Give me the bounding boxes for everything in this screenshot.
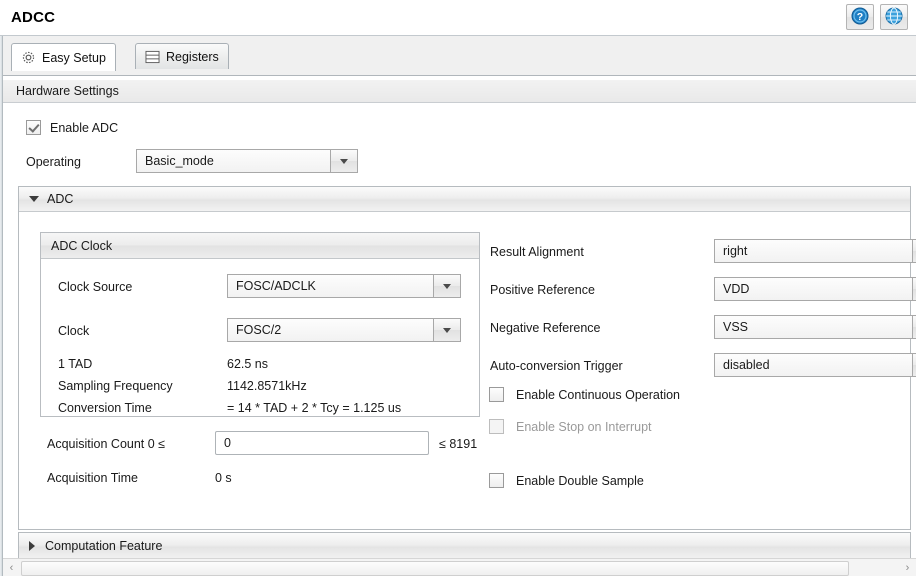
tab-registers-label: Registers bbox=[166, 49, 219, 64]
positive-reference-label: Positive Reference bbox=[490, 283, 595, 297]
operating-mode-combobox[interactable]: Basic_mode bbox=[136, 149, 358, 173]
chevron-down-icon[interactable] bbox=[912, 354, 916, 376]
auto-conversion-trigger-value: disabled bbox=[715, 354, 912, 376]
gear-icon bbox=[21, 50, 36, 65]
settings-content: Enable ADC Operating Basic_mode ADC ADC … bbox=[3, 104, 916, 559]
adc-panel-header[interactable]: ADC bbox=[19, 187, 910, 212]
enable-adc-label: Enable ADC bbox=[50, 120, 119, 135]
operating-mode-value: Basic_mode bbox=[137, 150, 330, 172]
svg-text:?: ? bbox=[857, 11, 863, 23]
acquisition-count-max: ≤ 8191 bbox=[439, 437, 478, 451]
clock-combobox[interactable]: FOSC/2 bbox=[227, 318, 461, 342]
enable-stop-on-interrupt-label: Enable Stop on Interrupt bbox=[516, 419, 652, 434]
enable-double-sample-row: Enable Double Sample bbox=[489, 473, 644, 488]
tab-strip: Easy Setup Registers bbox=[3, 36, 916, 76]
adc-panel-title: ADC bbox=[47, 192, 74, 206]
chevron-down-icon[interactable] bbox=[433, 275, 460, 297]
acquisition-count-value: 0 bbox=[224, 436, 231, 450]
horizontal-scrollbar[interactable]: ‹ › bbox=[3, 558, 916, 576]
chevron-down-icon bbox=[29, 196, 39, 202]
acquisition-count-label: Acquisition Count 0 ≤ bbox=[47, 437, 166, 451]
enable-continuous-operation-row: Enable Continuous Operation bbox=[489, 387, 680, 402]
computation-feature-title: Computation Feature bbox=[45, 539, 163, 553]
acquisition-time-label: Acquisition Time bbox=[47, 471, 139, 485]
adc-clock-groupbox-header: ADC Clock bbox=[41, 233, 479, 259]
window-titlebar: ADCC ? bbox=[0, 0, 916, 36]
enable-double-sample-label: Enable Double Sample bbox=[516, 473, 644, 488]
negative-reference-value: VSS bbox=[715, 316, 912, 338]
positive-reference-value: VDD bbox=[715, 278, 912, 300]
adc-clock-groupbox: ADC Clock Clock Source FOSC/ADCLK Clock … bbox=[40, 232, 480, 417]
clock-source-combobox[interactable]: FOSC/ADCLK bbox=[227, 274, 461, 298]
positive-reference-combobox[interactable]: VDD bbox=[714, 277, 916, 301]
horizontal-scrollbar-thumb[interactable] bbox=[21, 561, 849, 576]
tab-easy-setup-label: Easy Setup bbox=[42, 50, 106, 65]
enable-double-sample-checkbox[interactable] bbox=[489, 473, 504, 488]
window-title: ADCC bbox=[11, 9, 56, 26]
scroll-right-arrow-icon[interactable]: › bbox=[899, 559, 916, 576]
result-alignment-value: right bbox=[715, 240, 912, 262]
enable-adc-checkbox[interactable] bbox=[26, 120, 41, 135]
hardware-settings-band: Hardware Settings bbox=[3, 79, 916, 103]
help-button[interactable]: ? bbox=[846, 4, 874, 30]
auto-conversion-trigger-label: Auto-conversion Trigger bbox=[490, 359, 623, 373]
result-alignment-label: Result Alignment bbox=[490, 245, 584, 259]
negative-reference-combobox[interactable]: VSS bbox=[714, 315, 916, 339]
enable-continuous-operation-label: Enable Continuous Operation bbox=[516, 387, 681, 402]
tab-easy-setup[interactable]: Easy Setup bbox=[11, 43, 116, 71]
registers-icon bbox=[145, 50, 160, 64]
chevron-down-icon[interactable] bbox=[912, 278, 916, 300]
result-alignment-combobox[interactable]: right bbox=[714, 239, 916, 263]
enable-stop-on-interrupt-checkbox bbox=[489, 419, 504, 434]
conversion-time-value: = 14 * TAD + 2 * Tcy = 1.125 us bbox=[227, 401, 402, 415]
chevron-right-icon bbox=[29, 541, 35, 551]
tab-registers[interactable]: Registers bbox=[135, 43, 229, 69]
clock-value: FOSC/2 bbox=[228, 319, 433, 341]
operating-label: Operating bbox=[26, 155, 81, 169]
auto-conversion-trigger-combobox[interactable]: disabled bbox=[714, 353, 916, 377]
computation-feature-header[interactable]: Computation Feature bbox=[19, 533, 910, 559]
globe-icon bbox=[885, 7, 903, 28]
conversion-time-label: Conversion Time bbox=[58, 401, 152, 415]
chevron-down-icon[interactable] bbox=[330, 150, 357, 172]
question-circle-icon: ? bbox=[851, 7, 869, 28]
tad-value: 62.5 ns bbox=[227, 357, 269, 371]
acquisition-time-value: 0 s bbox=[215, 471, 232, 485]
clock-source-value: FOSC/ADCLK bbox=[228, 275, 433, 297]
tab-strip-underline bbox=[3, 75, 916, 76]
scroll-left-arrow-icon[interactable]: ‹ bbox=[3, 559, 20, 576]
acquisition-count-input[interactable]: 0 bbox=[215, 431, 429, 455]
computation-feature-panel: Computation Feature bbox=[18, 532, 911, 559]
chevron-down-icon[interactable] bbox=[912, 240, 916, 262]
chevron-down-icon[interactable] bbox=[912, 316, 916, 338]
adc-panel: ADC ADC Clock Clock Source FOSC/ADCLK Cl… bbox=[18, 186, 916, 530]
adcc-configuration-window: ADCC ? Easy Setup Registers Hardware Set… bbox=[0, 0, 916, 576]
enable-adc-row: Enable ADC bbox=[26, 120, 118, 135]
sampling-frequency-label: Sampling Frequency bbox=[58, 379, 173, 393]
globe-button[interactable] bbox=[880, 4, 908, 30]
adc-clock-title: ADC Clock bbox=[51, 238, 113, 253]
tad-label: 1 TAD bbox=[58, 357, 93, 371]
negative-reference-label: Negative Reference bbox=[490, 321, 601, 335]
enable-continuous-operation-checkbox[interactable] bbox=[489, 387, 504, 402]
enable-stop-on-interrupt-row: Enable Stop on Interrupt bbox=[489, 419, 652, 434]
clock-label: Clock bbox=[58, 324, 90, 338]
hardware-settings-label: Hardware Settings bbox=[16, 84, 119, 98]
sampling-frequency-value: 1142.8571kHz bbox=[227, 379, 307, 393]
clock-source-label: Clock Source bbox=[58, 280, 133, 294]
chevron-down-icon[interactable] bbox=[433, 319, 460, 341]
